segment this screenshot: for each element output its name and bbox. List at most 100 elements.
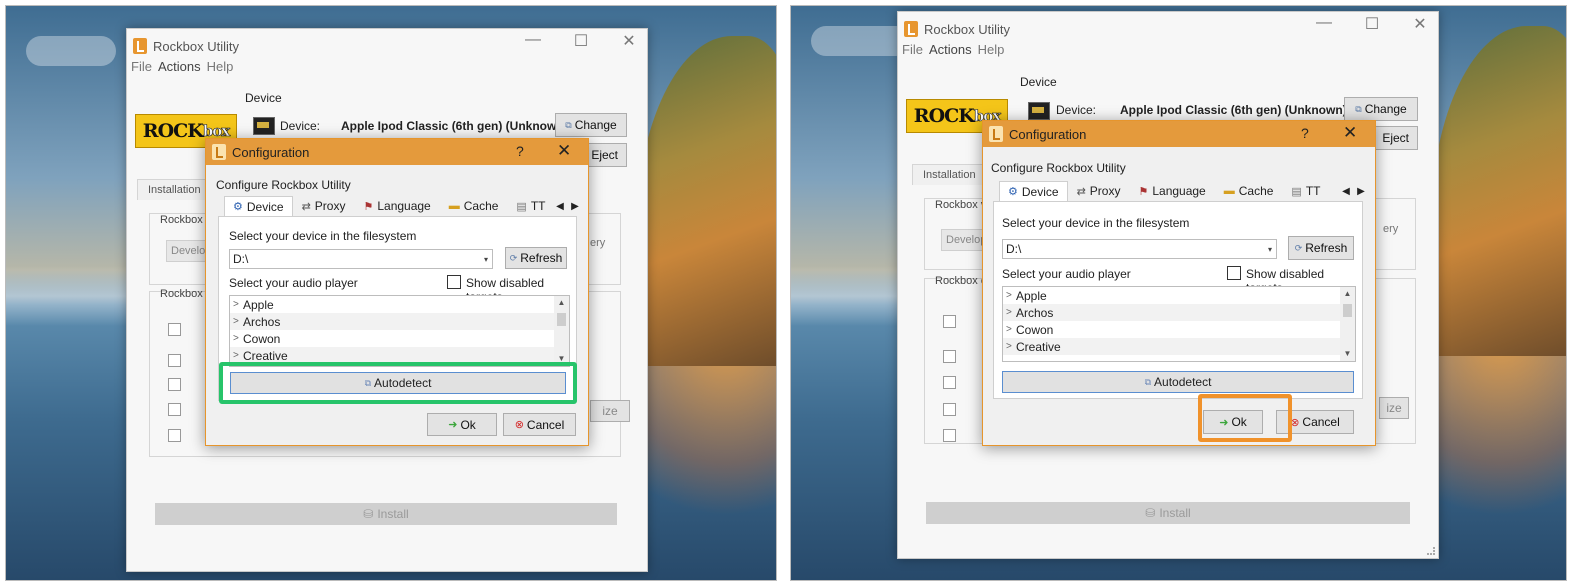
tab-cache-label: Cache: [1238, 184, 1274, 198]
menu-help[interactable]: Help: [207, 59, 234, 74]
config-close-button[interactable]: ✕: [1343, 123, 1357, 143]
cancel-button[interactable]: ⊗ Cancel: [503, 413, 576, 436]
component-checkbox[interactable]: [943, 429, 956, 442]
show-disabled-checkbox[interactable]: [447, 275, 461, 289]
tab-scroll-right-icon[interactable]: ▶: [566, 198, 584, 214]
help-button[interactable]: ?: [516, 143, 524, 159]
list-item-apple[interactable]: > Apple: [1003, 287, 1355, 304]
resize-grip[interactable]: [1427, 547, 1435, 555]
menu-actions[interactable]: Actions: [929, 42, 972, 57]
help-button[interactable]: ?: [1301, 125, 1309, 141]
close-button[interactable]: ✕: [619, 31, 639, 51]
filesystem-combo[interactable]: D:\ ▾: [1002, 239, 1277, 259]
tab-proxy[interactable]: ⇄ Proxy: [293, 196, 355, 216]
list-item-creative[interactable]: > Creative: [1003, 338, 1355, 355]
tab-cache[interactable]: ▬ Cache: [1215, 181, 1283, 201]
refresh-icon: ⟳: [1294, 242, 1303, 253]
tab-device-label: Device: [246, 199, 284, 214]
component-checkbox[interactable]: [168, 323, 181, 336]
minimize-button[interactable]: —: [1314, 14, 1334, 34]
list-scrollbar[interactable]: ▲ ▼: [1340, 287, 1355, 361]
device-value: Apple Ipod Classic (6th gen) (Unknown): [1120, 103, 1347, 117]
component-checkbox[interactable]: [943, 315, 956, 328]
chevron-right-icon: >: [1006, 324, 1012, 335]
component-checkbox[interactable]: [168, 354, 181, 367]
menu-file[interactable]: File: [902, 42, 923, 57]
tab-proxy-label: Proxy: [1089, 184, 1121, 198]
list-item-apple[interactable]: > Apple: [230, 296, 569, 313]
maximize-button[interactable]: ☐: [571, 31, 591, 51]
filesystem-value: D:\: [1006, 242, 1022, 256]
tab-installation[interactable]: Installation: [912, 164, 987, 185]
list-scrollbar[interactable]: ▲ ▼: [554, 296, 569, 366]
tts-icon: ▤: [1291, 185, 1302, 198]
install-button[interactable]: ⛁ Install: [155, 503, 617, 525]
close-button[interactable]: ✕: [1410, 14, 1430, 34]
refresh-button[interactable]: ⟳ Refresh: [505, 247, 567, 269]
tab-language[interactable]: ⚑ Language: [354, 196, 439, 216]
player-list: > Apple > Archos > Cowon > Creative ▲ ▼: [1002, 286, 1356, 362]
customize-label: ize: [602, 404, 618, 418]
ok-arrow-icon: ➜: [448, 419, 458, 431]
scroll-up-icon[interactable]: ▲: [1340, 287, 1355, 301]
change-button[interactable]: ⧉ Change: [1344, 97, 1418, 121]
eject-label: Eject: [1382, 131, 1409, 145]
rockbox-v-partial: Rockbox v: [160, 214, 212, 226]
tab-device[interactable]: ⚙ Device: [999, 181, 1068, 201]
list-item-cowon[interactable]: > Cowon: [1003, 321, 1355, 338]
scroll-up-icon[interactable]: ▲: [554, 296, 569, 310]
list-item-cowon[interactable]: > Cowon: [230, 330, 569, 347]
config-close-button[interactable]: ✕: [557, 141, 571, 161]
player-name: Creative: [243, 348, 288, 363]
window-controls: — ☐ ✕: [1314, 14, 1430, 34]
filesystem-label: Select your device in the filesystem: [229, 229, 417, 243]
screenshot-left: Rockbox Utility — ☐ ✕ File Actions Help …: [5, 5, 777, 581]
config-titlebar: Configuration: [206, 139, 588, 165]
show-disabled-checkbox[interactable]: [1227, 266, 1241, 280]
filesystem-combo[interactable]: D:\ ▾: [229, 249, 493, 269]
component-checkbox[interactable]: [168, 403, 181, 416]
menu-file[interactable]: File: [131, 59, 152, 74]
menu-actions[interactable]: Actions: [158, 59, 201, 74]
install-label: Install: [377, 507, 409, 521]
maximize-button[interactable]: ☐: [1362, 14, 1382, 34]
tab-language[interactable]: ⚑ Language: [1129, 181, 1214, 201]
player-name: Apple: [1016, 288, 1047, 303]
list-item-archos[interactable]: > Archos: [230, 313, 569, 330]
install-button[interactable]: ⛁ Install: [926, 502, 1410, 524]
tab-scroll-right-icon[interactable]: ▶: [1352, 183, 1370, 199]
device-label: Device:: [280, 119, 321, 133]
tab-tts[interactable]: ▤ TT: [507, 196, 554, 216]
scroll-thumb[interactable]: [557, 313, 566, 326]
minimize-button[interactable]: —: [523, 31, 543, 51]
tab-tts[interactable]: ▤ TT: [1282, 181, 1329, 201]
component-checkbox[interactable]: [168, 429, 181, 442]
customize-button[interactable]: ize: [1379, 397, 1409, 419]
scroll-thumb[interactable]: [1343, 304, 1352, 317]
menu-help[interactable]: Help: [978, 42, 1005, 57]
component-checkbox[interactable]: [168, 378, 181, 391]
customize-button[interactable]: ize: [590, 400, 630, 422]
player-label: Select your audio player: [229, 276, 358, 290]
tab-installation[interactable]: Installation: [137, 179, 212, 200]
change-button[interactable]: ⧉ Change: [555, 113, 627, 137]
config-title: Configuration: [232, 144, 310, 160]
autodetect-button[interactable]: ⧉ Autodetect: [1002, 371, 1354, 393]
player-name: Cowon: [243, 331, 281, 346]
component-checkbox[interactable]: [943, 350, 956, 363]
device-tab-panel: Select your device in the filesystem D:\…: [993, 201, 1363, 399]
ipod-icon: [253, 117, 275, 135]
install-label: Install: [1159, 506, 1191, 520]
tab-cache[interactable]: ▬ Cache: [440, 196, 508, 216]
refresh-button[interactable]: ⟳ Refresh: [1288, 236, 1354, 260]
component-checkbox[interactable]: [943, 376, 956, 389]
config-tabs: ⚙ Device ⇄ Proxy ⚑ Language ▬ Cache ▤ TT: [999, 181, 1330, 201]
ok-button[interactable]: ➜ Ok: [427, 413, 497, 436]
tab-device[interactable]: ⚙ Device: [224, 196, 293, 216]
component-checkbox[interactable]: [943, 403, 956, 416]
scroll-down-icon[interactable]: ▼: [1340, 347, 1355, 361]
device-label: Device:: [1056, 103, 1097, 117]
list-item-archos[interactable]: > Archos: [1003, 304, 1355, 321]
window-title-text: Rockbox Utility: [153, 38, 239, 54]
tab-proxy[interactable]: ⇄ Proxy: [1068, 181, 1130, 201]
